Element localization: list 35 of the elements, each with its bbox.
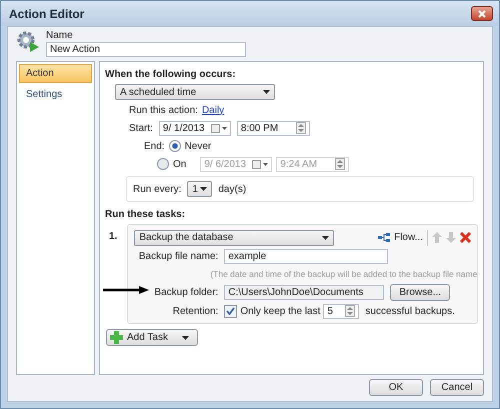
daily-link[interactable]: Daily xyxy=(202,104,224,116)
folder-label: Backup folder: xyxy=(153,287,218,298)
start-date-field[interactable]: 9/ 1/2013 xyxy=(158,120,231,136)
start-label: Start: xyxy=(129,122,153,134)
window-title: Action Editor xyxy=(9,6,84,20)
end-label: End: xyxy=(144,140,165,152)
interval-dropdown[interactable]: 1 xyxy=(187,181,212,197)
count-field[interactable]: 5 xyxy=(323,304,360,318)
radio-label: Never xyxy=(184,140,212,152)
file-name-field[interactable]: example xyxy=(224,248,388,264)
dialog-button[interactable]: OK xyxy=(369,379,423,396)
hint-text: (The date and time of the backup will be added to the backup file name xyxy=(210,269,478,279)
radio-label: On xyxy=(173,158,186,170)
task-number: 1. xyxy=(109,230,118,242)
name-label: Name xyxy=(46,30,74,41)
add-task-button[interactable]: Add Task xyxy=(106,329,198,346)
retention-text: Only keep the last xyxy=(240,306,320,316)
retention-label: Retention: xyxy=(172,306,218,316)
sidebar-item[interactable]: Action xyxy=(19,64,92,83)
unit-label: day(s) xyxy=(218,184,246,194)
task-dropdown[interactable]: Backup the database xyxy=(134,230,334,246)
sidebar-item[interactable]: Settings xyxy=(19,85,92,104)
run-every-label: Run every: xyxy=(133,184,182,194)
name-field[interactable]: New Action xyxy=(46,42,246,57)
start-time-field[interactable]: 8:00 PM xyxy=(236,120,310,136)
flow-button[interactable]: Flow... xyxy=(378,229,423,246)
file-name-label: Backup file name: xyxy=(138,250,218,262)
section-heading: Run these tasks: xyxy=(105,208,186,220)
retention-suffix: successful backups. xyxy=(365,306,455,316)
browse-button[interactable]: Browse... xyxy=(390,284,450,301)
event-dropdown[interactable]: A scheduled time xyxy=(115,84,275,100)
run-label: Run this action: xyxy=(129,104,198,116)
dialog-button[interactable]: Cancel xyxy=(430,379,484,396)
section-heading: When the following occurs: xyxy=(105,68,236,80)
folder-field[interactable]: C:\Users\JohnDoe\Documents xyxy=(224,285,384,300)
